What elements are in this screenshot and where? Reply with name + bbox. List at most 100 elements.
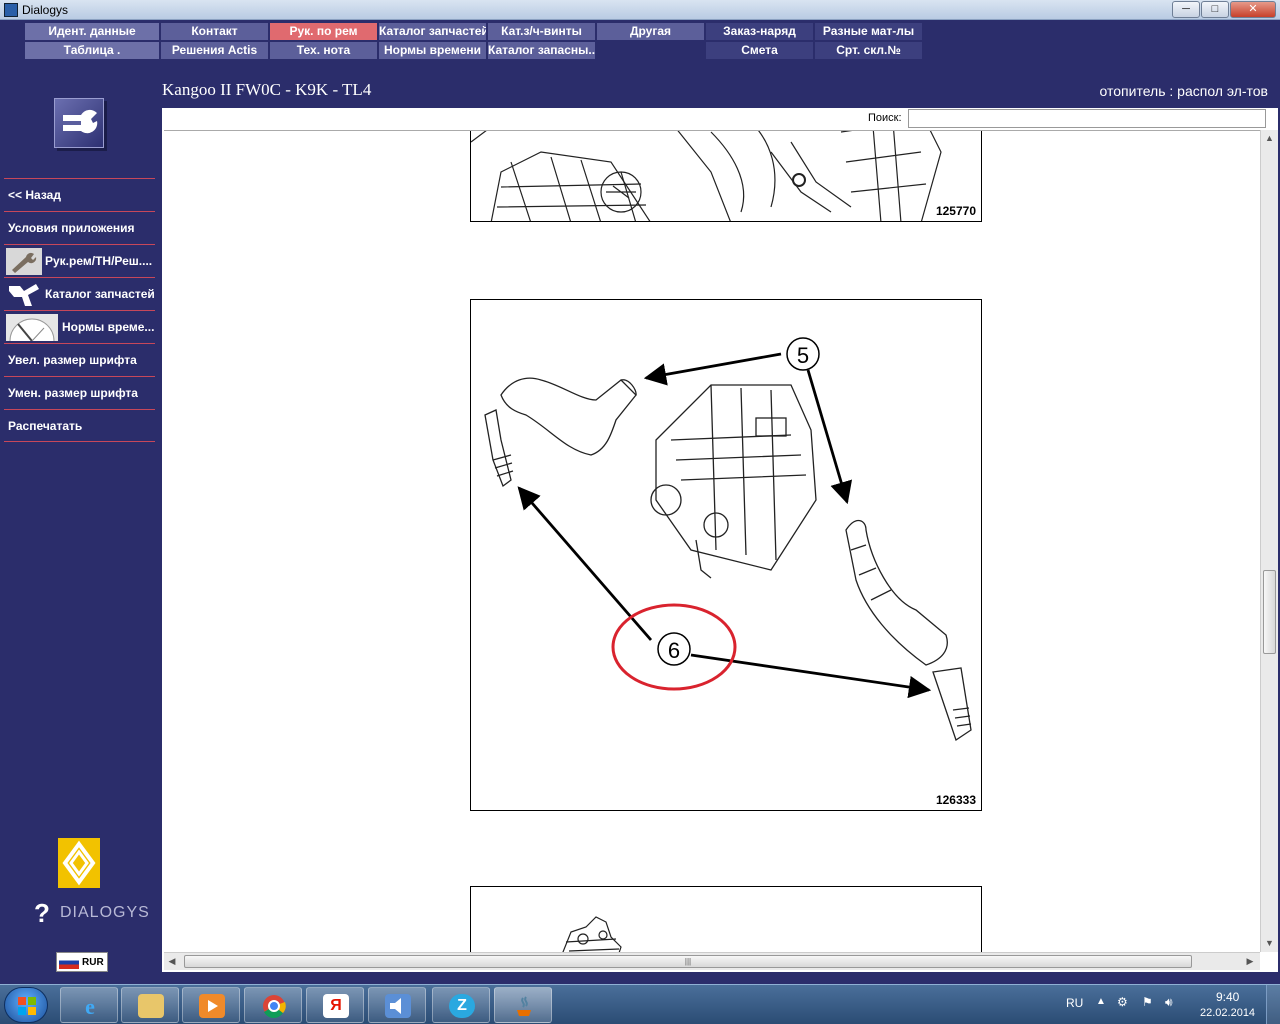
sidebar-item-label: Увел. размер шрифта xyxy=(8,353,137,367)
taskbar-sound-app[interactable] xyxy=(368,987,426,1023)
java-icon xyxy=(511,994,537,1018)
callout-6: 6 xyxy=(668,638,680,663)
wrench-logo-icon xyxy=(54,98,104,148)
sidebar-item-parts-catalog[interactable]: Каталог запчастей xyxy=(4,277,155,310)
taskbar-ie[interactable]: e xyxy=(60,987,118,1023)
ie-icon: e xyxy=(77,994,103,1019)
steam-tray-icon[interactable]: ⚙ xyxy=(1117,995,1128,1009)
menu-screws-catalog[interactable]: Кат.з/ч-винты xyxy=(488,23,595,40)
sidebar-item-label: Рук.рем/ТН/Реш.... xyxy=(45,254,153,268)
heater-housing-drawing xyxy=(471,131,942,221)
yandex-icon: Я xyxy=(323,994,349,1018)
menu-other[interactable]: Другая xyxy=(597,23,704,40)
taskbar-explorer[interactable] xyxy=(121,987,179,1023)
zona-icon: Z xyxy=(449,994,475,1018)
menu-parts-catalog[interactable]: Каталог запчастей xyxy=(379,23,486,40)
taskbar-zona[interactable]: Z xyxy=(432,987,490,1023)
start-button[interactable] xyxy=(4,987,48,1023)
search-input[interactable] xyxy=(908,109,1266,128)
sidebar-item-conditions[interactable]: Условия приложения xyxy=(4,211,155,244)
figure-126333: 5 6 126333 xyxy=(470,299,982,811)
content-panel: Поиск: 125770 5 6 126333 ▲ ▼ ◀ ||| ▶ xyxy=(162,108,1278,972)
horizontal-scroll-thumb[interactable]: ||| xyxy=(184,955,1192,968)
sidebar-item-label: Условия приложения xyxy=(8,221,135,235)
show-desktop-button[interactable] xyxy=(1266,985,1280,1024)
minimize-button[interactable]: ─ xyxy=(1172,1,1200,18)
sidebar-item-font-bigger[interactable]: Увел. размер шрифта xyxy=(4,343,155,376)
scroll-left-icon[interactable]: ◀ xyxy=(164,953,180,970)
figure-number: 126333 xyxy=(935,793,976,807)
menu-repair-manual[interactable]: Рук. по рем xyxy=(270,23,377,40)
parts-thumbnail-icon xyxy=(6,281,42,308)
window-title: Dialogys xyxy=(22,3,69,17)
sidebar-divider xyxy=(4,441,155,442)
horizontal-scrollbar[interactable]: ◀ ||| ▶ xyxy=(164,952,1260,970)
scroll-right-icon[interactable]: ▶ xyxy=(1242,953,1258,970)
menu-estimate[interactable]: Смета xyxy=(706,42,813,59)
dialogys-app: Идент. данные Контакт Рук. по рем Катало… xyxy=(0,20,1280,980)
menu-spare-catalog[interactable]: Каталог запасны... xyxy=(488,42,595,59)
menu-contact[interactable]: Контакт xyxy=(161,23,268,40)
sidebar-item-label: Каталог запчастей xyxy=(45,287,155,301)
section-title: отопитель : распол эл-тов xyxy=(1099,83,1268,99)
app-icon xyxy=(4,3,18,17)
figure-number: 125770 xyxy=(935,204,976,218)
sidebar-item-back[interactable]: << Назад xyxy=(4,178,155,211)
volume-icon[interactable]: 🔊︎ xyxy=(1165,995,1173,1010)
russia-flag-icon xyxy=(59,956,79,969)
sidebar-item-time-norms[interactable]: Нормы време... xyxy=(4,310,155,343)
clock-date[interactable]: 22.02.2014 xyxy=(1200,1007,1255,1019)
chrome-icon xyxy=(261,994,287,1018)
menu-ident-data[interactable]: Идент. данные xyxy=(25,23,159,40)
menu-time-norms[interactable]: Нормы времени xyxy=(379,42,486,59)
wrench-thumbnail-icon xyxy=(6,248,42,275)
menu-actis-solutions[interactable]: Решения Actis xyxy=(161,42,268,59)
taskbar-chrome[interactable] xyxy=(244,987,302,1023)
sidebar-item-label: Умен. размер шрифта xyxy=(8,386,138,400)
menu-misc-materials[interactable]: Разные мат-лы xyxy=(815,23,922,40)
callout-5: 5 xyxy=(797,343,809,368)
input-language[interactable]: RU xyxy=(1066,996,1083,1010)
search-label: Поиск: xyxy=(868,112,902,124)
renault-logo-icon xyxy=(58,838,100,888)
heater-ducts-diagram: 5 6 xyxy=(484,337,972,742)
action-center-flag-icon[interactable]: ⚑ xyxy=(1142,995,1153,1009)
language-button[interactable]: RUR xyxy=(56,952,108,972)
vehicle-title: Kangoo II FW0C - K9K - TL4 xyxy=(162,80,372,99)
explorer-icon xyxy=(138,994,164,1018)
taskbar-media-player[interactable] xyxy=(182,987,240,1023)
sidebar-item-label: Нормы време... xyxy=(62,320,155,334)
dialogys-logo-mark: ? xyxy=(34,898,50,928)
sidebar-item-label: << Назад xyxy=(8,188,61,202)
title-bar: Dialogys ─ □ ✕ xyxy=(0,0,1280,20)
scroll-down-icon[interactable]: ▼ xyxy=(1261,935,1278,951)
menu-table[interactable]: Таблица . xyxy=(25,42,159,59)
vertical-scroll-thumb[interactable] xyxy=(1263,570,1276,654)
menu-tech-note[interactable]: Тех. нота xyxy=(270,42,377,59)
sidebar-item-print[interactable]: Распечатать xyxy=(4,409,155,442)
close-button[interactable]: ✕ xyxy=(1230,1,1276,18)
sidebar-item-repair-manual[interactable]: Рук.рем/ТН/Реш.... xyxy=(4,244,155,277)
figure-125770: 125770 xyxy=(470,131,982,222)
windows-taskbar: e Я Z RU ▲ ⚙ ⚑ 🔊︎ 9:40 22.02.2014 xyxy=(0,984,1280,1024)
vertical-scrollbar[interactable]: ▲ ▼ xyxy=(1260,130,1278,952)
sound-app-icon xyxy=(385,994,411,1018)
sidebar-item-label: Распечатать xyxy=(8,419,83,433)
language-code: RUR xyxy=(82,957,104,968)
sidebar-item-font-smaller[interactable]: Умен. размер шрифта xyxy=(4,376,155,409)
scroll-up-icon[interactable]: ▲ xyxy=(1261,130,1278,146)
maximize-button[interactable]: □ xyxy=(1201,1,1229,18)
clock-time[interactable]: 9:40 xyxy=(1216,990,1239,1004)
menu-warehouse-no[interactable]: Срт. скл.№ xyxy=(815,42,922,59)
dialogys-brand: DIALOGYS xyxy=(60,904,150,921)
media-player-icon xyxy=(199,994,225,1018)
menu-work-order[interactable]: Заказ-наряд xyxy=(706,23,813,40)
clock-thumbnail-icon xyxy=(6,314,58,342)
tray-expand-icon[interactable]: ▲ xyxy=(1096,996,1106,1007)
figure-next xyxy=(470,886,982,952)
taskbar-yandex[interactable]: Я xyxy=(306,987,364,1023)
next-figure-drawing xyxy=(562,916,622,952)
taskbar-java[interactable] xyxy=(494,987,552,1023)
document-viewport: 125770 5 6 126333 xyxy=(164,130,1260,952)
svg-text:e: e xyxy=(85,994,95,1018)
